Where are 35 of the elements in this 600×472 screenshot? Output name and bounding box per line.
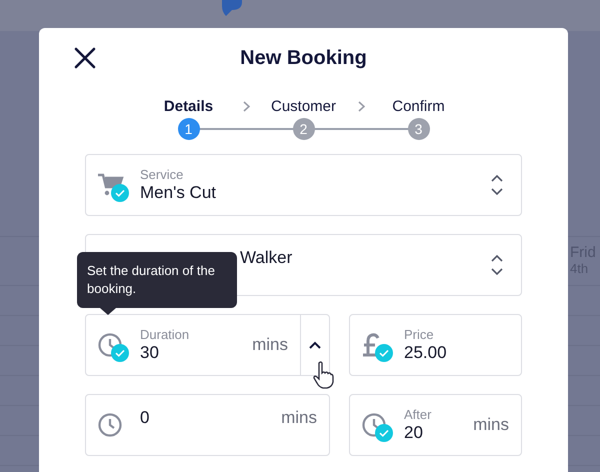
- unit-label: mins: [281, 408, 317, 429]
- field-label: Duration: [140, 327, 190, 342]
- chevron-right-icon: [358, 100, 364, 112]
- field-label: Service: [140, 167, 184, 182]
- field-label: After: [404, 407, 432, 422]
- step-label[interactable]: Confirm: [368, 98, 468, 114]
- clock-icon: [98, 413, 122, 437]
- up-down-chevron-icon: [491, 175, 503, 195]
- up-down-chevron-icon: [491, 255, 503, 275]
- input-field[interactable]: 0 mins: [85, 394, 330, 456]
- field-value: 25.00: [404, 343, 448, 363]
- tooltip: Set the duration of the booking.: [77, 252, 237, 315]
- dialog-title: New Booking: [240, 46, 367, 70]
- clock-icon: [362, 413, 386, 437]
- pound-icon: [362, 333, 382, 357]
- field-value: Walker: [240, 248, 294, 269]
- input-field[interactable]: Price 25.00: [349, 314, 522, 376]
- close-button[interactable]: [74, 47, 96, 69]
- field-label: Price: [404, 327, 435, 342]
- unit-label: mins: [473, 415, 509, 435]
- logo-icon: [220, 0, 244, 16]
- field-value: Men's Cut: [140, 183, 217, 203]
- step-label[interactable]: Details: [138, 98, 238, 114]
- clock-icon: [98, 333, 122, 357]
- field-value: 0: [140, 408, 150, 429]
- hand-cursor-icon: [313, 361, 335, 389]
- field-value: 20: [404, 423, 424, 443]
- input-field[interactable]: Duration 30 mins: [85, 314, 330, 376]
- chevron-right-icon: [242, 100, 250, 112]
- unit-label: mins: [252, 335, 288, 355]
- step-label[interactable]: Customer: [254, 98, 354, 114]
- field-value: 30: [140, 343, 160, 363]
- select-field[interactable]: Service Men's Cut: [85, 154, 522, 216]
- chevron-up-icon: [309, 341, 321, 349]
- input-field[interactable]: After 20 mins: [349, 394, 522, 456]
